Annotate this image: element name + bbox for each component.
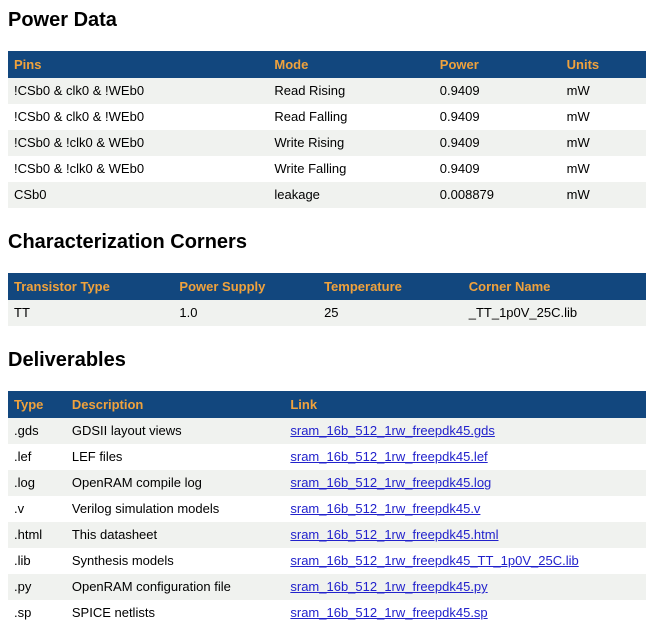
cell-mode: Write Rising [268,130,433,156]
deliverable-link[interactable]: sram_16b_512_1rw_freepdk45.sp [290,605,487,620]
table-row: .libSynthesis models sram_16b_512_1rw_fre… [8,548,646,574]
table-row: .spSPICE netlists sram_16b_512_1rw_freepd… [8,600,646,626]
cell-units: mW [561,78,646,104]
cell-mode: Read Falling [268,104,433,130]
cell-description: OpenRAM compile log [66,470,285,496]
deliverables-section: Deliverables TypeDescriptionLink.gdsGDSI… [8,348,646,626]
cell-description: LEF files [66,444,285,470]
cell-description: GDSII layout views [66,418,285,444]
deliverable-link[interactable]: sram_16b_512_1rw_freepdk45.v [290,501,480,516]
table-row: .htmlThis datasheet sram_16b_512_1rw_free… [8,522,646,548]
cell-link: sram_16b_512_1rw_freepdk45.py [284,574,646,600]
cell-power: 0.008879 [434,182,561,208]
cell-units: mW [561,156,646,182]
table-header-row: PinsModePowerUnits [8,51,646,78]
cell-description: OpenRAM configuration file [66,574,285,600]
characterization-corners-table: Transistor TypePower SupplyTemperatureCo… [8,273,646,326]
cell-pins: !CSb0 & !clk0 & WEb0 [8,130,268,156]
cell-power: 0.9409 [434,104,561,130]
table-row: .logOpenRAM compile log sram_16b_512_1rw_… [8,470,646,496]
cell-power: 0.9409 [434,156,561,182]
cell-pins: !CSb0 & clk0 & !WEb0 [8,104,268,130]
table-row: !CSb0 & clk0 & !WEb0Read Rising0.9409mW [8,78,646,104]
column-header-units: Units [561,51,646,78]
cell-type: .log [8,470,66,496]
cell-pins: !CSb0 & !clk0 & WEb0 [8,156,268,182]
column-header-power: Power [434,51,561,78]
cell-power: 0.9409 [434,130,561,156]
cell-description: This datasheet [66,522,285,548]
table-header-row: Transistor TypePower SupplyTemperatureCo… [8,273,646,300]
cell-link: sram_16b_512_1rw_freepdk45.html [284,522,646,548]
cell-power-supply: 1.0 [173,300,318,326]
cell-mode: leakage [268,182,433,208]
cell-description: Verilog simulation models [66,496,285,522]
column-header-description: Description [66,391,285,418]
cell-link: sram_16b_512_1rw_freepdk45.lef [284,444,646,470]
deliverable-link[interactable]: sram_16b_512_1rw_freepdk45.lef [290,449,487,464]
table-row: .vVerilog simulation models sram_16b_512_… [8,496,646,522]
column-header-power-supply: Power Supply [173,273,318,300]
cell-link: sram_16b_512_1rw_freepdk45.sp [284,600,646,626]
characterization-corners-heading: Characterization Corners [8,230,646,254]
cell-description: SPICE netlists [66,600,285,626]
cell-link: sram_16b_512_1rw_freepdk45_TT_1p0V_25C.l… [284,548,646,574]
column-header-temperature: Temperature [318,273,463,300]
table-row: .lefLEF files sram_16b_512_1rw_freepdk45.… [8,444,646,470]
cell-pins: CSb0 [8,182,268,208]
cell-transistor-type: TT [8,300,173,326]
table-row: !CSb0 & !clk0 & WEb0Write Falling0.9409m… [8,156,646,182]
cell-link: sram_16b_512_1rw_freepdk45.v [284,496,646,522]
cell-units: mW [561,104,646,130]
power-data-heading: Power Data [8,8,646,32]
cell-pins: !CSb0 & clk0 & !WEb0 [8,78,268,104]
cell-description: Synthesis models [66,548,285,574]
deliverable-link[interactable]: sram_16b_512_1rw_freepdk45.gds [290,423,495,438]
column-header-type: Type [8,391,66,418]
table-header-row: TypeDescriptionLink [8,391,646,418]
table-row: !CSb0 & !clk0 & WEb0Write Rising0.9409mW [8,130,646,156]
table-row: TT1.025_TT_1p0V_25C.lib [8,300,646,326]
cell-type: .py [8,574,66,600]
table-row: .gdsGDSII layout views sram_16b_512_1rw_f… [8,418,646,444]
column-header-pins: Pins [8,51,268,78]
power-data-table: PinsModePowerUnits!CSb0 & clk0 & !WEb0Re… [8,51,646,208]
cell-units: mW [561,182,646,208]
column-header-link: Link [284,391,646,418]
deliverable-link[interactable]: sram_16b_512_1rw_freepdk45.py [290,579,487,594]
deliverables-heading: Deliverables [8,348,646,372]
column-header-mode: Mode [268,51,433,78]
cell-temperature: 25 [318,300,463,326]
cell-type: .lef [8,444,66,470]
cell-type: .html [8,522,66,548]
characterization-corners-section: Characterization Corners Transistor Type… [8,230,646,326]
cell-type: .sp [8,600,66,626]
cell-type: .lib [8,548,66,574]
cell-power: 0.9409 [434,78,561,104]
column-header-transistor-type: Transistor Type [8,273,173,300]
cell-link: sram_16b_512_1rw_freepdk45.gds [284,418,646,444]
cell-mode: Write Falling [268,156,433,182]
deliverable-link[interactable]: sram_16b_512_1rw_freepdk45.log [290,475,491,490]
cell-type: .gds [8,418,66,444]
cell-link: sram_16b_512_1rw_freepdk45.log [284,470,646,496]
deliverable-link[interactable]: sram_16b_512_1rw_freepdk45_TT_1p0V_25C.l… [290,553,578,568]
cell-type: .v [8,496,66,522]
table-row: .pyOpenRAM configuration file sram_16b_51… [8,574,646,600]
power-data-section: Power Data PinsModePowerUnits!CSb0 & clk… [8,8,646,208]
column-header-corner-name: Corner Name [463,273,646,300]
deliverable-link[interactable]: sram_16b_512_1rw_freepdk45.html [290,527,498,542]
cell-corner-name: _TT_1p0V_25C.lib [463,300,646,326]
table-row: CSb0leakage0.008879mW [8,182,646,208]
cell-mode: Read Rising [268,78,433,104]
deliverables-table: TypeDescriptionLink.gdsGDSII layout view… [8,391,646,626]
table-row: !CSb0 & clk0 & !WEb0Read Falling0.9409mW [8,104,646,130]
cell-units: mW [561,130,646,156]
